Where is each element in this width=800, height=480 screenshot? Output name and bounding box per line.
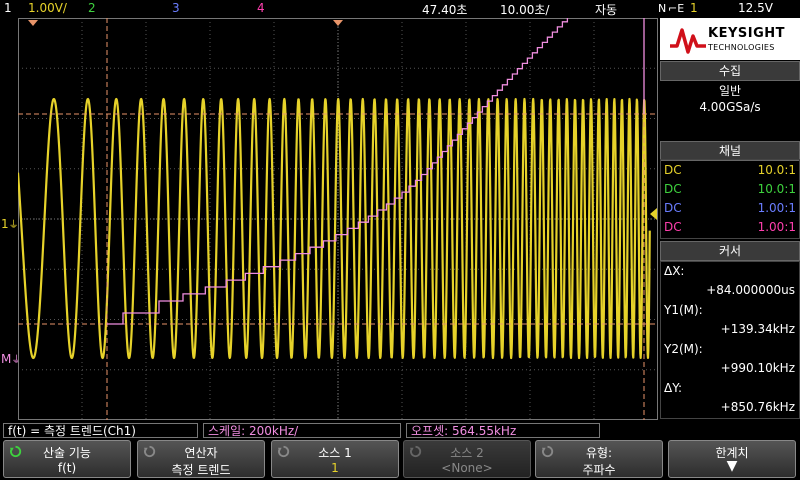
softkey-limits[interactable]: 한계치 ▼	[668, 440, 796, 478]
math-function-info: f(t) = 측정 트렌드(Ch1)	[3, 423, 198, 438]
softkey-math-function[interactable]: 산술 기능 f(t)	[3, 440, 131, 478]
softkey-source2[interactable]: 소스 2 <None>	[403, 440, 531, 478]
channel3-number[interactable]: 3	[172, 1, 180, 15]
channel-list: DC 10.0:1 DC 10.0:1 DC 1.00:1 DC 1.00:1	[660, 159, 800, 239]
softkey-label: 산술 기능	[43, 446, 91, 460]
channel-coupling: DC	[664, 182, 682, 196]
channel2-number[interactable]: 2	[88, 1, 96, 15]
channel1-number[interactable]: 1	[4, 1, 12, 15]
channel-coupling: DC	[664, 163, 682, 177]
trigger-level[interactable]: 12.5V	[738, 1, 773, 15]
channel-row: DC 1.00:1	[664, 220, 796, 234]
channel-probe-ratio: 1.00:1	[757, 201, 796, 215]
channel-row: DC 10.0:1	[664, 182, 796, 196]
cursor-label: ΔX:	[664, 264, 685, 278]
softkey-label: 소스 2	[450, 446, 484, 460]
softkey-source1[interactable]: 소스 1 1	[271, 440, 399, 478]
trigger-mode[interactable]: 자동	[595, 1, 617, 18]
trigger-edge-icon: ⌐E	[668, 2, 685, 15]
channel1-ground-marker[interactable]: 1⏚	[1, 216, 19, 231]
softkey-value: 측정 트렌드	[171, 463, 231, 477]
acquisition-mode: 일반	[718, 84, 742, 98]
trigger-source[interactable]: 1	[690, 1, 698, 15]
status-bar: 1 1.00V/ 2 3 4 47.40초 10.00초/ 자동 N ⌐E 1 …	[0, 0, 800, 18]
softkey-label: 연산자	[184, 446, 218, 460]
softkey-value: f(t)	[57, 461, 77, 475]
softkey-value: 1	[331, 461, 339, 475]
channel1-scale[interactable]: 1.00V/	[28, 1, 67, 15]
channel-probe-ratio: 10.0:1	[757, 182, 796, 196]
math-offset-info: 오프셋: 564.55kHz	[406, 423, 600, 438]
cursor-header: 커서	[660, 241, 800, 261]
softkey-label: 소스 1	[318, 446, 352, 460]
logo-text: KEYSIGHT	[708, 26, 785, 41]
trigger-label: N	[658, 2, 667, 15]
channel-coupling: DC	[664, 201, 682, 215]
cursor-value: +139.34kHz	[720, 322, 795, 336]
channel-header: 채널	[660, 141, 800, 161]
cursor-value: +990.10kHz	[720, 361, 795, 375]
channel4-number[interactable]: 4	[257, 1, 265, 15]
timebase-scale[interactable]: 10.00초/	[500, 1, 549, 18]
cursor-value: +84.000000us	[706, 283, 795, 297]
cursor-value: +850.76kHz	[720, 400, 795, 414]
softkey-operator[interactable]: 연산자 측정 트렌드	[137, 440, 265, 478]
cursor-label: ΔY:	[664, 381, 682, 395]
cursor-readout: ΔX: +84.000000us Y1(M): +139.34kHz Y2(M): +99…	[660, 261, 800, 419]
keysight-logo-icon	[670, 28, 706, 54]
math-marker-label: M	[1, 352, 12, 366]
keysight-logo: KEYSIGHT TECHNOLOGIES	[660, 18, 800, 60]
channel-row: DC 10.0:1	[664, 163, 796, 177]
softkey-type[interactable]: 유형: 주파수	[535, 440, 663, 478]
channel1-marker-label: 1	[1, 217, 9, 231]
math-scale-info: 스케일: 200kHz/	[203, 423, 401, 438]
down-arrow-icon: ▼	[726, 458, 738, 474]
cursor-label: Y2(M):	[664, 342, 703, 356]
acquisition-header: 수집	[660, 61, 800, 81]
softkey-value: <None>	[441, 461, 493, 475]
softkey-value: 주파수	[582, 463, 616, 477]
sample-rate: 4.00GSa/s	[699, 100, 761, 114]
timebase-position[interactable]: 47.40초	[422, 1, 467, 18]
channel-probe-ratio: 1.00:1	[757, 220, 796, 234]
channel-row: DC 1.00:1	[664, 201, 796, 215]
cursor-label: Y1(M):	[664, 303, 703, 317]
info-panel: KEYSIGHT TECHNOLOGIES 수집 일반 4.00GSa/s 채널…	[660, 18, 800, 420]
waveform-display[interactable]	[18, 18, 658, 420]
waveform-canvas[interactable]	[18, 18, 658, 420]
channel-probe-ratio: 10.0:1	[757, 163, 796, 177]
logo-subtext: TECHNOLOGIES	[708, 43, 775, 52]
channel-coupling: DC	[664, 220, 682, 234]
softkey-label: 유형:	[585, 446, 613, 460]
